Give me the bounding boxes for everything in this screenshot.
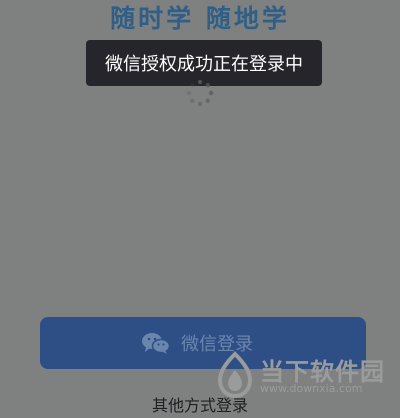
downxia-logo xyxy=(217,351,253,398)
app-slogan: 随时学 随地学 xyxy=(110,4,290,33)
watermark: 当下软件园 www.downxia.com xyxy=(214,350,384,402)
wechat-icon xyxy=(142,333,171,354)
toast-message: 微信授权成功正在登录中 xyxy=(105,54,303,75)
watermark-url: www.downxia.com xyxy=(260,382,363,395)
spinner-icon xyxy=(186,79,214,107)
